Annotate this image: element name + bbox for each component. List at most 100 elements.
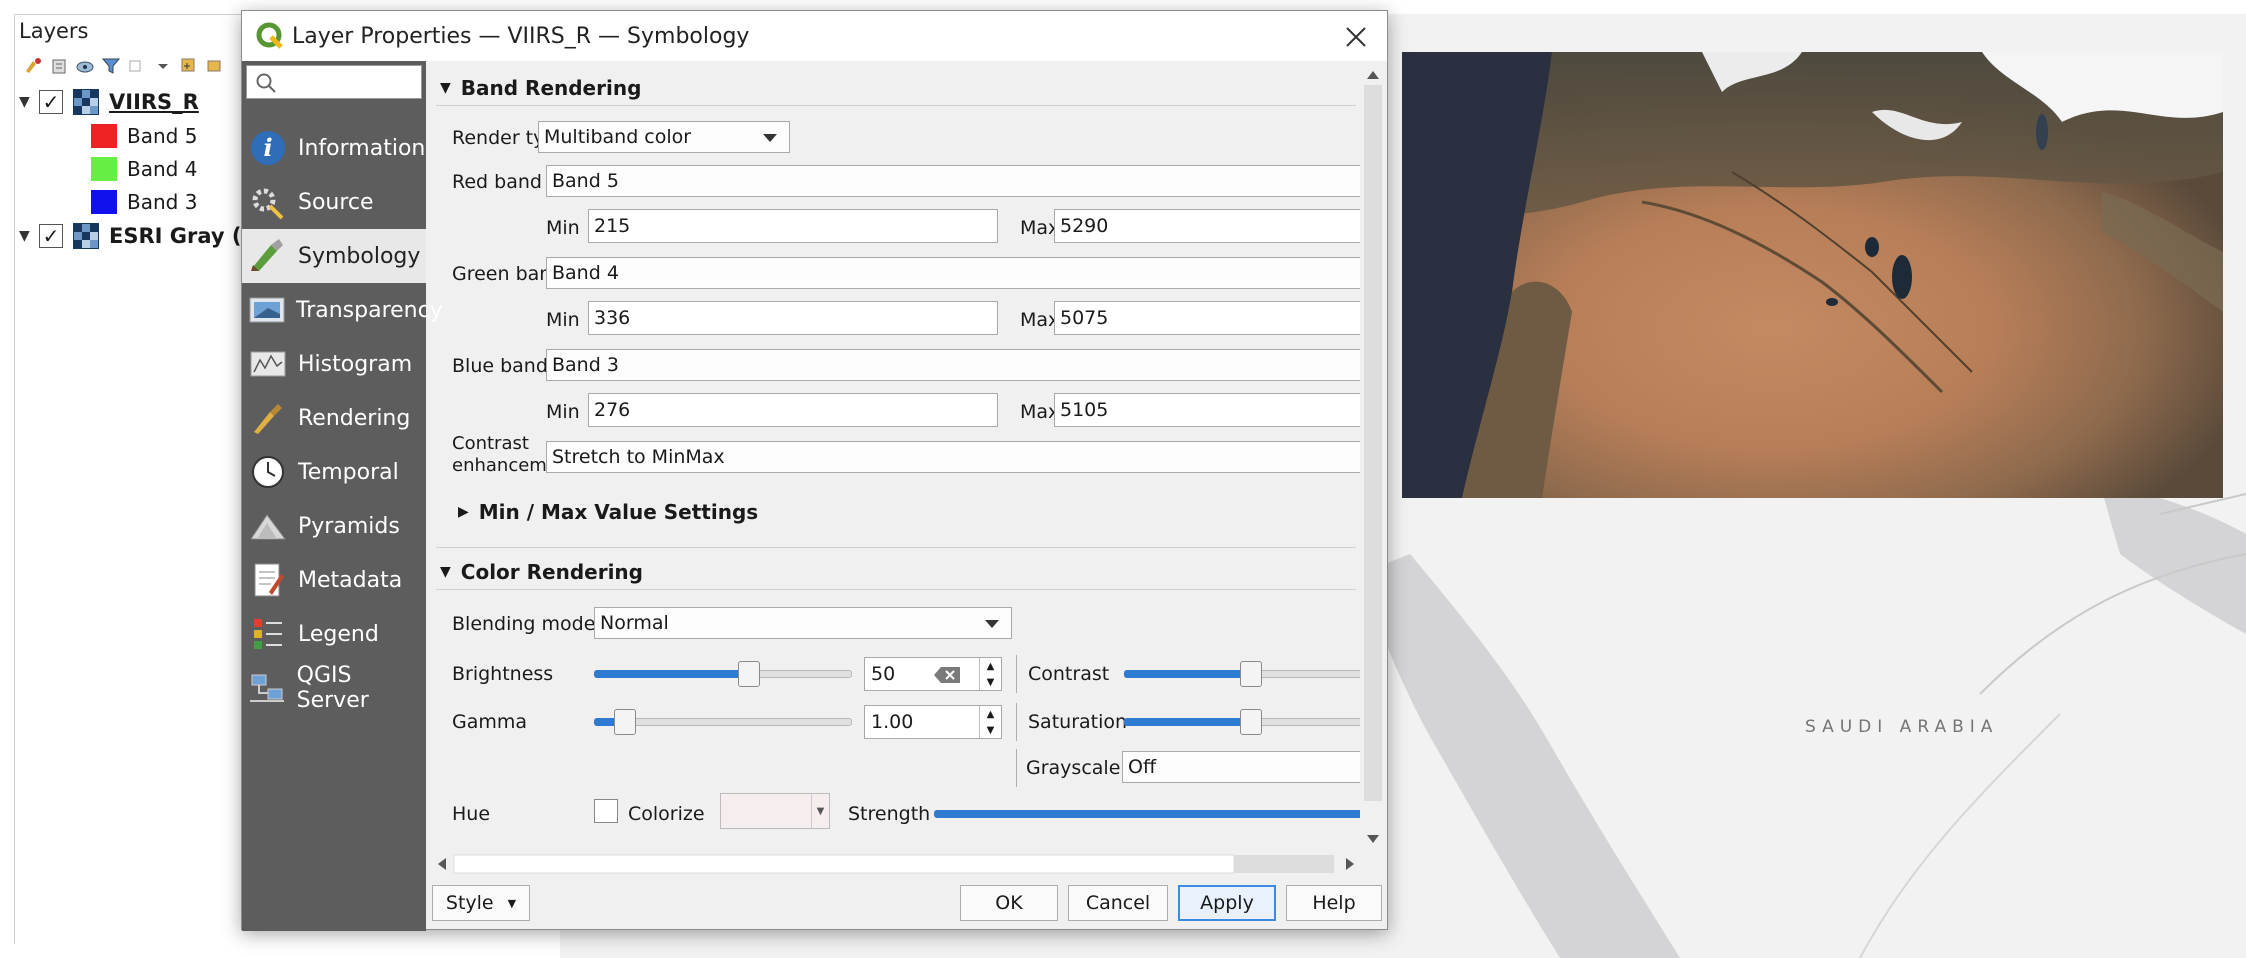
histogram-icon (248, 344, 288, 384)
green-band-combo[interactable]: Band 4 (546, 257, 1378, 289)
nav-item-source[interactable]: Source (242, 175, 426, 229)
layer-name[interactable]: ESRI Gray ( (109, 224, 241, 248)
nav-item-label: Temporal (298, 459, 399, 485)
nav-item-histogram[interactable]: Histogram (242, 337, 426, 391)
gamma-slider[interactable] (594, 709, 852, 735)
nav-item-label: Legend (298, 621, 379, 647)
dropdown-chevron-icon[interactable] (153, 56, 173, 76)
scroll-right-icon[interactable] (1346, 858, 1354, 870)
filter-legend-icon[interactable] (75, 56, 95, 76)
red-max-field[interactable]: 5290 (1054, 209, 1378, 243)
horizontal-scrollbar[interactable] (432, 851, 1362, 877)
section-divider (436, 589, 1356, 590)
blue-band-combo[interactable]: Band 3 (546, 349, 1378, 381)
nav-item-information[interactable]: i Information (242, 121, 426, 175)
collapse-all-icon[interactable] (179, 56, 199, 76)
chevron-down-icon: ▼ (507, 896, 517, 910)
style-button[interactable]: Style ▼ (432, 885, 530, 921)
apply-button[interactable]: Apply (1178, 885, 1276, 921)
scroll-left-icon[interactable] (438, 858, 446, 870)
nav-item-symbology[interactable]: Symbology (242, 229, 426, 283)
expand-arrow-icon[interactable]: ▼ (19, 228, 39, 244)
color-rendering-header[interactable]: ▼ Color Rendering (436, 557, 643, 587)
green-max-field[interactable]: 5075 (1054, 301, 1378, 335)
green-min-field[interactable]: 336 (588, 301, 998, 335)
legend-band-row: Band 5 (91, 121, 197, 151)
colorize-color-button[interactable]: ▼ (720, 793, 830, 829)
layer-row-viirs[interactable]: ▼ ✓ VIIRS_R (19, 87, 199, 117)
dialog-title: Layer Properties — VIIRS_R — Symbology (292, 23, 750, 49)
dialog-titlebar[interactable]: Layer Properties — VIIRS_R — Symbology (242, 11, 1387, 61)
blue-min-label: Min (546, 401, 580, 423)
scrollbar-thumb[interactable] (1364, 85, 1382, 801)
nav-item-rendering[interactable]: Rendering (242, 391, 426, 445)
layer-row-esri[interactable]: ▼ ✓ ESRI Gray ( (19, 221, 241, 251)
expand-all-icon[interactable] (127, 56, 147, 76)
scroll-down-icon[interactable] (1367, 835, 1379, 843)
band-rendering-header[interactable]: ▼ Band Rendering (436, 73, 641, 103)
vertical-scrollbar[interactable] (1360, 61, 1386, 851)
slider-handle[interactable] (613, 709, 636, 735)
help-button[interactable]: Help (1286, 885, 1382, 921)
layer-name[interactable]: VIIRS_R (109, 90, 199, 114)
green-min-label: Min (546, 309, 580, 331)
red-min-field[interactable]: 215 (588, 209, 998, 243)
blue-max-field[interactable]: 5105 (1054, 393, 1378, 427)
slider-handle[interactable] (737, 661, 760, 687)
nav-item-transparency[interactable]: Transparency (242, 283, 443, 337)
style-manager-icon[interactable] (23, 56, 43, 76)
nav-item-label: Histogram (298, 351, 413, 377)
slider-handle[interactable] (1240, 709, 1262, 735)
brightness-spinbox[interactable]: 50 ▲ ▼ (864, 657, 1002, 691)
layer-visibility-checkbox[interactable]: ✓ (39, 224, 63, 248)
layer-visibility-checkbox[interactable]: ✓ (39, 90, 63, 114)
filter-icon[interactable] (101, 56, 121, 76)
scroll-up-icon[interactable] (1367, 71, 1379, 79)
ok-button[interactable]: OK (960, 885, 1058, 921)
search-input[interactable] (281, 68, 419, 96)
metadata-icon (248, 560, 288, 600)
map-country-label: SAUDI ARABIA (1805, 717, 1999, 737)
brightness-slider[interactable] (594, 661, 852, 687)
red-band-combo[interactable]: Band 5 (546, 165, 1378, 197)
blue-min-field[interactable]: 276 (588, 393, 998, 427)
nav-item-pyramids[interactable]: Pyramids (242, 499, 426, 553)
saturation-slider[interactable] (1124, 709, 1378, 735)
strength-slider[interactable] (934, 801, 1378, 825)
expand-arrow-icon[interactable]: ▼ (19, 94, 39, 110)
render-type-combo[interactable]: Multiband color (538, 121, 790, 153)
add-group-icon[interactable] (49, 56, 69, 76)
slider-handle[interactable] (1240, 661, 1262, 687)
nav-item-temporal[interactable]: Temporal (242, 445, 426, 499)
chevron-down-icon[interactable]: ▼ (811, 794, 829, 828)
clear-field-icon[interactable] (933, 666, 961, 684)
scrollbar-thumb[interactable] (453, 854, 1235, 874)
band-color-swatch (91, 190, 117, 214)
gamma-spinbox[interactable]: 1.00 ▲ ▼ (864, 705, 1002, 739)
nav-item-metadata[interactable]: Metadata (242, 553, 426, 607)
colorize-checkbox[interactable] (594, 799, 618, 823)
close-icon (1346, 27, 1366, 47)
temporal-icon (248, 452, 288, 492)
spin-down-icon[interactable]: ▼ (980, 674, 1001, 690)
spin-up-icon[interactable]: ▲ (980, 658, 1001, 674)
section-divider (436, 547, 1356, 548)
nav-item-label: Transparency (296, 297, 443, 323)
nav-item-label: QGIS Server (296, 663, 369, 713)
band-color-swatch (91, 157, 117, 181)
remove-layer-icon[interactable] (205, 56, 225, 76)
blending-mode-combo[interactable]: Normal (594, 607, 1012, 639)
contrast-slider[interactable] (1124, 661, 1378, 687)
spin-down-icon[interactable]: ▼ (980, 722, 1001, 738)
nav-item-qgis-server[interactable]: QGIS Server (242, 661, 426, 715)
grayscale-combo[interactable]: Off (1122, 751, 1378, 783)
nav-item-legend[interactable]: Legend (242, 607, 426, 661)
spin-buttons[interactable]: ▲ ▼ (979, 706, 1001, 738)
spin-buttons[interactable]: ▲ ▼ (979, 658, 1001, 690)
close-button[interactable] (1339, 20, 1373, 54)
cancel-button[interactable]: Cancel (1068, 885, 1168, 921)
spin-up-icon[interactable]: ▲ (980, 706, 1001, 722)
minmax-settings-header[interactable]: ▶ Min / Max Value Settings (454, 497, 758, 527)
sidebar-search-box[interactable] (246, 65, 422, 99)
contrast-enhancement-combo[interactable]: Stretch to MinMax (546, 441, 1378, 473)
